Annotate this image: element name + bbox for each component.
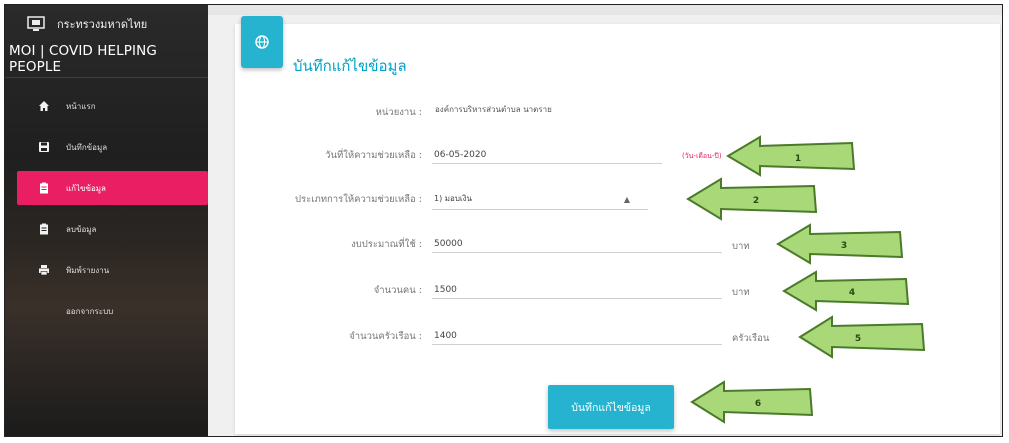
people-unit: บาท [732, 287, 750, 298]
sidebar-item-label: พิมพ์รายงาน [66, 265, 110, 275]
budget-field[interactable] [432, 235, 722, 253]
callout-number: 6 [755, 399, 761, 409]
top-bar [208, 5, 1002, 15]
sidebar-item-logout[interactable]: ออกจากระบบ [5, 294, 208, 328]
households-label: จำนวนครัวเรือน : [349, 331, 422, 342]
agency-row: หน่วยงาน : องค์การบริหารส่วนตำบล นาตราย [235, 103, 1000, 123]
assistance-type-value: 1) มอบเงิน [434, 194, 473, 203]
sidebar-item-record[interactable]: บันทึกข้อมูล [5, 130, 208, 164]
date-row: วันที่ให้ความช่วยเหลือ : (วัน-เดือน-ปี) [235, 146, 1000, 166]
callout-number: 2 [753, 196, 759, 206]
print-icon [38, 264, 50, 276]
sidebar-item-edit[interactable]: แก้ไขข้อมูล [17, 171, 208, 205]
caret-up-icon: ▲ [623, 195, 630, 204]
clipboard-icon [38, 223, 50, 235]
callout-number: 3 [841, 241, 847, 251]
page-title: บันทึกแก้ไขข้อมูล [293, 57, 407, 75]
callout-arrow-1: 1 [726, 135, 856, 177]
card-header-icon [241, 16, 283, 68]
sidebar-item-home[interactable]: หน้าแรก [5, 89, 208, 123]
callout-arrow-4: 4 [782, 270, 910, 312]
sidebar-item-label: ลบข้อมูล [66, 224, 97, 234]
sidebar-item-label: แก้ไขข้อมูล [66, 183, 106, 193]
sidebar-item-delete[interactable]: ลบข้อมูล [5, 212, 208, 246]
agency-value: องค์การบริหารส่วนตำบล นาตราย [435, 105, 552, 114]
callout-number: 5 [855, 334, 861, 344]
ministry-brand: กระทรวงมหาดไทย [27, 15, 147, 33]
monitor-icon [27, 16, 45, 31]
callout-number: 4 [849, 288, 855, 298]
date-field[interactable] [432, 146, 662, 164]
budget-label: งบประมาณที่ใช้ : [351, 239, 422, 250]
households-field[interactable] [432, 327, 722, 345]
ministry-name: กระทรวงมหาดไทย [57, 18, 148, 31]
system-name: MOI | COVID HELPING PEOPLE [9, 43, 157, 75]
sidebar-nav: หน้าแรก บันทึกข้อมูล แก้ไขข้อมูล ลบข้อมู… [5, 89, 208, 335]
sidebar-item-print[interactable]: พิมพ์รายงาน [5, 253, 208, 287]
sidebar-item-label: หน้าแรก [66, 101, 96, 111]
assistance-type-select[interactable]: 1) มอบเงิน ▲ [432, 192, 648, 210]
people-label: จำนวนคน : [373, 285, 422, 296]
callout-arrow-3: 3 [776, 223, 904, 265]
callout-arrow-2: 2 [686, 177, 818, 221]
agency-label: หน่วยงาน : [375, 107, 422, 118]
sidebar-item-label: ออกจากระบบ [66, 306, 114, 316]
people-field[interactable] [432, 281, 722, 299]
clipboard-icon [38, 182, 50, 194]
save-icon [38, 141, 50, 153]
date-format-hint: (วัน-เดือน-ปี) [682, 152, 722, 160]
main-content: บันทึกแก้ไขข้อมูล หน่วยงาน : องค์การบริห… [208, 5, 1002, 436]
home-icon [38, 100, 50, 112]
assistance-type-row: ประเภทการให้ความช่วยเหลือ : 1) มอบเงิน ▲ [235, 190, 1000, 210]
save-edit-button[interactable]: บันทึกแก้ไขข้อมูล [548, 385, 674, 429]
callout-number: 1 [795, 154, 801, 164]
sidebar-item-label: บันทึกข้อมูล [66, 142, 108, 152]
sidebar: กระทรวงมหาดไทย MOI | COVID HELPING PEOPL… [5, 5, 208, 436]
budget-unit: บาท [732, 241, 750, 252]
callout-arrow-5: 5 [798, 315, 926, 359]
callout-arrow-6: 6 [690, 380, 816, 424]
app-window: กระทรวงมหาดไทย MOI | COVID HELPING PEOPL… [4, 4, 1003, 437]
households-unit: ครัวเรือน [732, 333, 770, 344]
brand-header: กระทรวงมหาดไทย MOI | COVID HELPING PEOPL… [5, 5, 208, 78]
globe-icon [255, 35, 269, 49]
date-label: วันที่ให้ความช่วยเหลือ : [325, 150, 422, 161]
assistance-type-label: ประเภทการให้ความช่วยเหลือ : [295, 194, 422, 205]
